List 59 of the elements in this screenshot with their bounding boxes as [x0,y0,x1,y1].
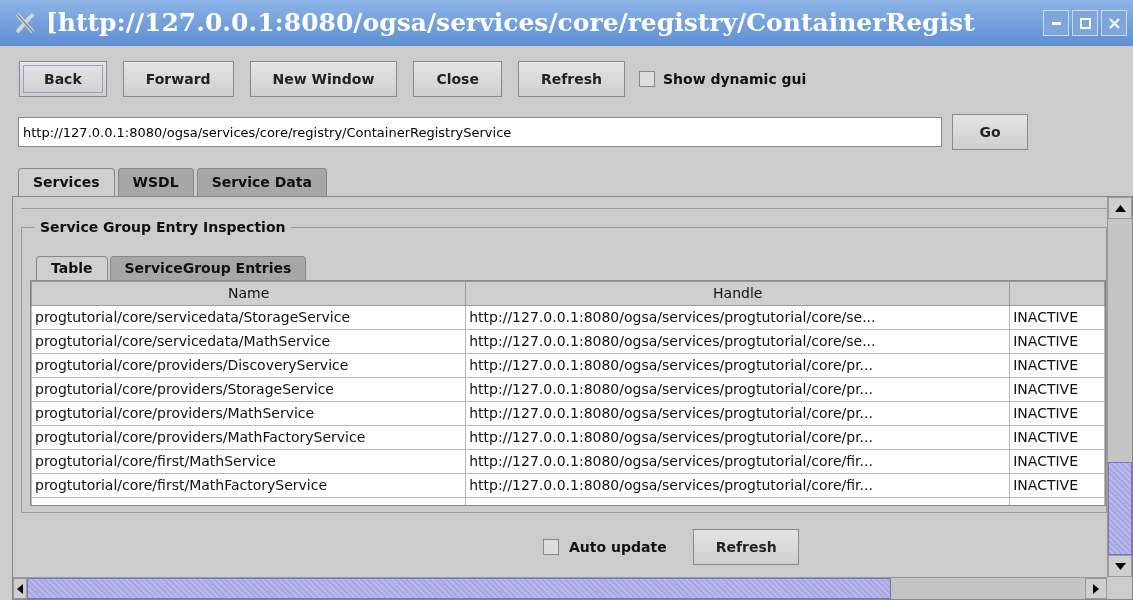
horizontal-scrollbar[interactable] [13,577,1107,599]
table-cell: http://127.0.0.1:8080/ogsa/services/progtutorial/core/pr... [465,377,1010,402]
scroll-up-icon[interactable] [1114,204,1126,212]
column-header[interactable]: Handle [465,281,1010,306]
scroll-right-icon[interactable] [1093,583,1099,594]
table-cell: http://127.0.0.1:8080/ogsa/services/progtutorial/core/se... [465,305,1010,330]
go-button[interactable]: Go [952,114,1028,150]
tab[interactable]: Services [18,168,115,196]
minimize-button[interactable] [1043,10,1069,36]
table-cell: INACTIVE [1009,425,1105,450]
toolbar-button[interactable]: Close [413,61,502,97]
table-cell: progtutorial/core/providers/MathService [31,401,466,426]
column-header[interactable]: Name [31,281,466,306]
table-cell: progtutorial/core/first/MathFactoryService [31,473,466,498]
table-cell: INACTIVE [1009,473,1105,498]
toolbar-button[interactable]: Forward [122,61,234,97]
table-cell: progtutorial/core/providers/StorageService [31,377,466,402]
maximize-button[interactable] [1072,10,1098,36]
close-icon [1108,17,1120,29]
table-cell: progtutorial/core/providers/MathFactoryService [31,425,466,450]
toolbar-button[interactable]: New Window [249,61,398,97]
table-cell: INACTIVE [1009,449,1105,474]
table-cell: INACTIVE [1009,305,1105,330]
checkbox[interactable] [639,71,655,87]
table-cell: progtutorial/core/providers/DiscoveryService [31,353,466,378]
minimize-icon [1051,21,1061,25]
close-button[interactable] [1101,10,1127,36]
table-cell: http://127.0.0.1:8080/ogsa/services/progtutorial/core/fir... [465,449,1010,474]
table-cell: INACTIVE [1009,329,1105,354]
scroll-thumb[interactable] [27,578,891,599]
tab[interactable]: ServiceGroup Entries [109,256,307,280]
checkbox-label: Show dynamic gui [663,69,807,89]
table-cell: progtutorial/core/servicedata/MathService [31,329,466,354]
table-cell: progtutorial/core/first/MathService [31,449,466,474]
table-cell: http://127.0.0.1:8080/ogsa/services/progtutorial/core/pr... [465,425,1010,450]
table-cell: INACTIVE [1009,353,1105,378]
table-cell: INACTIVE [1009,401,1105,426]
scroll-thumb[interactable] [1108,462,1132,555]
scroll-down-icon[interactable] [1114,562,1126,570]
table-cell: INACTIVE [1009,377,1105,402]
checkbox[interactable] [543,539,559,555]
table-cell: http://127.0.0.1:8080/ogsa/services/progtutorial/core/pr... [465,401,1010,426]
toolbar-button[interactable]: Refresh [517,61,625,97]
tab[interactable]: WSDL [117,168,194,196]
tab[interactable]: Service Data [196,168,327,196]
table-cell: progtutorial/core/servicedata/StorageService [31,305,466,330]
checkbox-label: Auto update [569,537,667,557]
vertical-scrollbar[interactable] [1107,197,1132,577]
address-field[interactable]: http://127.0.0.1:8080/ogsa/services/core/registry/ContainerRegistryService [18,117,942,147]
toolbar-button[interactable]: Back [19,61,107,97]
table-cell: http://127.0.0.1:8080/ogsa/services/progtutorial/core/fir... [465,473,1010,498]
app-icon [14,12,36,34]
scroll-left-icon[interactable] [17,583,23,594]
window-title: [http://127.0.0.1:8080/ogsa/services/core/registry/ContainerRegist [46,7,976,40]
table-cell: http://127.0.0.1:8080/ogsa/services/progtutorial/core/pr... [465,353,1010,378]
tab[interactable]: Table [36,256,108,280]
refresh-button[interactable]: Refresh [692,529,799,565]
maximize-icon [1079,17,1091,29]
table-cell: http://127.0.0.1:8080/ogsa/services/progtutorial/core/se... [465,329,1010,354]
